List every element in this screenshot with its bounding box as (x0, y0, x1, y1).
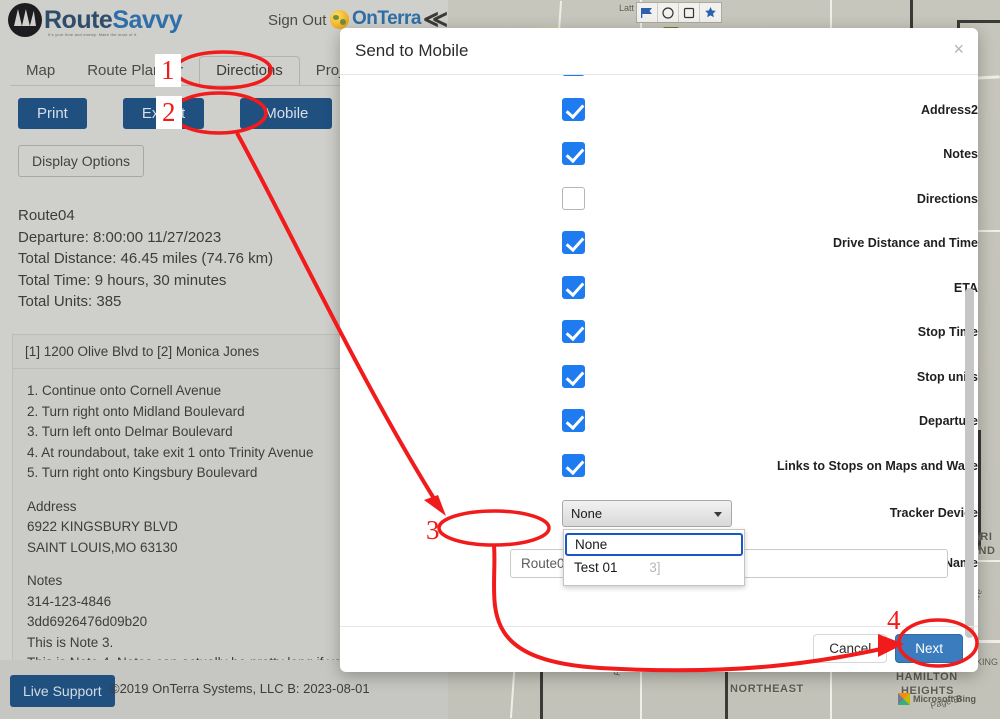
stop-units-checkbox[interactable] (562, 364, 585, 388)
logo-route-text: Route (44, 5, 113, 34)
dialog-header: Send to Mobile × (340, 28, 978, 75)
onterra-globe-icon (330, 9, 349, 29)
declutter-map-stop-icons-checkbox[interactable] (562, 75, 585, 76)
map-road-major (958, 20, 1000, 23)
option-label: Stop Time (917, 325, 978, 339)
directions-toolbar: Print Export Mobile (18, 98, 333, 129)
option-checkbox-wrap[interactable] (562, 320, 585, 343)
star-icon[interactable] (700, 3, 721, 22)
dialog-body: Declutter Map Stop Icons Address2 Notes (340, 75, 978, 626)
display-options-button[interactable]: Display Options (18, 145, 145, 177)
address2-checkbox[interactable] (562, 97, 585, 121)
option-label: Links to Stops on Maps and Waze (777, 458, 978, 473)
tab-directions[interactable]: Directions (199, 56, 300, 86)
option-checkbox-wrap[interactable] (562, 364, 585, 388)
option-row-departure[interactable]: Departure (340, 409, 978, 454)
option-label: Address2 (921, 102, 978, 117)
option-label: Stop units (916, 369, 978, 384)
map-label-small: KING (976, 657, 999, 667)
option-row-drive-distance-and-time[interactable]: Drive Distance and Time (340, 231, 978, 276)
bing-attribution-label: Microsoft Bing (913, 694, 976, 704)
option-row-stop-time[interactable]: Stop Time (340, 320, 978, 365)
export-button[interactable]: Export (122, 98, 205, 129)
tracker-device-row[interactable]: Tracker Device None None Test 01 3] (340, 498, 978, 586)
send-to-mobile-dialog: Send to Mobile × Declutter Map Stop Icon… (340, 28, 978, 672)
eta-checkbox[interactable] (562, 275, 585, 299)
option-checkbox-wrap[interactable] (562, 275, 585, 299)
tab-route-planner[interactable]: Route Planner (71, 57, 199, 86)
dropdown-option-test01[interactable]: Test 01 3] (564, 556, 744, 579)
dropdown-option-label: Test 01 (574, 560, 618, 575)
microsoft-logo-icon (898, 693, 910, 705)
tab-map[interactable]: Map (10, 57, 71, 86)
option-label: Drive Distance and Time (833, 236, 978, 250)
dialog-footer-buttons: Cancel Next (813, 634, 963, 663)
directions-checkbox[interactable] (562, 186, 585, 210)
option-label: Departure (918, 414, 978, 428)
close-icon[interactable]: × (953, 39, 964, 60)
option-checkbox-wrap[interactable] (562, 453, 585, 477)
option-row-notes[interactable]: Notes (340, 142, 978, 187)
flag-icon[interactable] (637, 3, 658, 22)
onterra-logo-text: OnTerra (352, 8, 422, 29)
square-icon[interactable] (679, 3, 700, 22)
tracker-device-select[interactable]: None None Test 01 3] (562, 500, 745, 586)
option-checkbox-wrap[interactable] (562, 231, 585, 254)
option-checkbox-wrap[interactable] (562, 97, 585, 121)
sign-out-link[interactable]: Sign Out (268, 12, 326, 29)
tracker-device-control[interactable]: None None Test 01 3] (562, 500, 745, 586)
option-row-declutter-map-stop-icons[interactable]: Declutter Map Stop Icons (340, 75, 978, 98)
circle-icon[interactable] (658, 3, 679, 22)
map-label-small: Latt (619, 3, 635, 13)
option-row-address2[interactable]: Address2 (340, 97, 978, 143)
map-label: NORTHEAST (730, 683, 804, 695)
links-to-stops-checkbox[interactable] (562, 453, 585, 477)
stop-time-checkbox[interactable] (562, 320, 585, 343)
bing-attribution: Microsoft Bing (898, 693, 976, 705)
print-button[interactable]: Print (18, 98, 87, 129)
option-label: Directions (916, 191, 978, 206)
option-row-stop-units[interactable]: Stop units (340, 364, 978, 410)
next-button[interactable]: Next (895, 634, 963, 663)
routesavvy-logo-text: RouteSavvy (44, 5, 183, 35)
dropdown-option-none[interactable]: None (565, 533, 743, 556)
map-label: HAMILTON (896, 671, 958, 683)
dialog-scrollbar-thumb[interactable] (965, 288, 974, 638)
dialog-title: Send to Mobile (355, 41, 469, 60)
notes-checkbox[interactable] (562, 142, 585, 165)
option-label: Notes (943, 147, 978, 161)
option-checkbox-wrap[interactable] (562, 409, 585, 432)
logo-tagline: It's your time and money. Make the most … (48, 32, 138, 37)
drive-distance-and-time-checkbox[interactable] (562, 231, 585, 254)
copyright-text: ©2019 OnTerra Systems, LLC B: 2023-08-01 (110, 681, 370, 696)
option-row-links-to-stops[interactable]: Links to Stops on Maps and Waze (340, 453, 978, 499)
option-checkbox-wrap[interactable] (562, 186, 585, 210)
dialog-scrollbar[interactable] (965, 80, 974, 638)
screenshot-root: NH Latt 61 6 NORTHEAST HAMILTON HEIGHTS … (0, 0, 1000, 719)
chevron-down-icon (714, 512, 722, 517)
option-row-eta[interactable]: ETA (340, 275, 978, 321)
mobile-button[interactable]: Mobile (240, 98, 333, 129)
options-list: Declutter Map Stop Icons Address2 Notes (340, 75, 978, 594)
logo-savvy-text: Savvy (112, 5, 183, 34)
option-checkbox-wrap[interactable] (562, 75, 585, 76)
cancel-button[interactable]: Cancel (813, 634, 888, 663)
tracker-device-label: Tracker Device (889, 506, 978, 520)
live-support-button[interactable]: Live Support (10, 675, 115, 707)
departure-checkbox[interactable] (562, 409, 585, 432)
map-draw-toolbar[interactable] (636, 2, 722, 23)
dialog-footer: Cancel Next (340, 626, 978, 672)
option-row-directions[interactable]: Directions (340, 186, 978, 232)
option-checkbox-wrap[interactable] (562, 142, 585, 165)
onterra-logo[interactable]: OnTerra (330, 8, 422, 30)
option-label: ETA (953, 280, 978, 295)
dropdown-option-suffix: 3] (649, 560, 661, 575)
tracker-device-selected-value: None (571, 506, 603, 521)
tracker-device-dropdown-list[interactable]: None Test 01 3] (563, 529, 745, 586)
routesavvy-logo-icon (8, 3, 42, 37)
